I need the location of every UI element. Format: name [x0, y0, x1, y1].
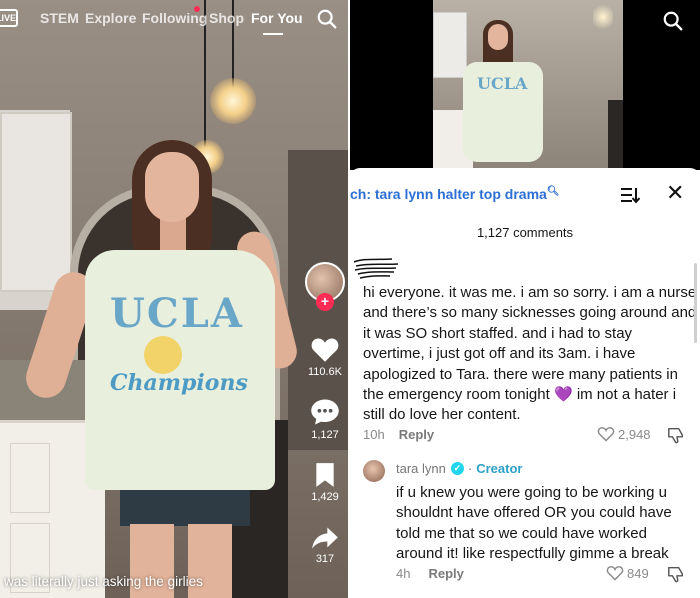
notification-dot — [194, 6, 200, 12]
comment-1-reply-button[interactable]: Reply — [399, 427, 434, 442]
tab-for-you[interactable]: For You — [251, 10, 303, 26]
follow-button[interactable]: + — [316, 293, 334, 311]
comment-1-like-button[interactable]: 2,948 — [597, 426, 651, 442]
comment-search-suggestion[interactable]: ch: tara lynn halter top drama🔍︎ — [350, 186, 560, 202]
save-button[interactable]: 1,429 — [302, 462, 348, 503]
comment-2-text: if u knew you were going to be working u… — [396, 484, 672, 563]
tab-shop[interactable]: Shop — [209, 10, 244, 26]
heart-outline-icon — [606, 566, 624, 581]
bookmark-icon — [316, 463, 334, 487]
share-arrow-icon — [312, 527, 338, 549]
comment-2-meta: 4h Reply — [396, 566, 464, 581]
comment-2-like-count: 849 — [627, 565, 649, 581]
shirt-graphic: UCLA Champions — [110, 290, 248, 396]
video-preview[interactable]: UCLA — [350, 0, 700, 170]
separator: · — [467, 461, 473, 476]
tab-stem[interactable]: STEM — [40, 10, 79, 26]
dislike-icon[interactable] — [667, 565, 685, 583]
comments-screen: UCLA ch: tara lynn halter top drama🔍︎ ✕ … — [350, 0, 700, 598]
sort-icon[interactable] — [620, 186, 640, 204]
video-thumbnail: UCLA — [433, 0, 623, 170]
search-icon[interactable] — [662, 10, 684, 32]
purple-heart-emoji: 💜 — [553, 386, 573, 404]
comment-1-meta: 10h Reply — [363, 427, 434, 442]
comment-1-like-count: 2,948 — [618, 426, 651, 442]
creator-badge: Creator — [476, 461, 523, 476]
comment-1-text: hi everyone. it was me. i am so sorry. i… — [363, 284, 697, 424]
scrollbar[interactable] — [694, 263, 697, 343]
dislike-icon[interactable] — [667, 426, 685, 444]
comment-1-time: 10h — [363, 427, 385, 442]
tab-following[interactable]: Following — [142, 10, 207, 26]
tab-explore[interactable]: Explore — [85, 10, 136, 26]
comment-button[interactable]: 1,127 — [302, 398, 348, 441]
creator-avatar[interactable] — [363, 460, 385, 482]
video-caption: was literally just asking the girlies — [4, 574, 203, 589]
video-subject: UCLA Champions — [20, 140, 301, 598]
comment-count: 1,127 — [311, 429, 339, 441]
redacted-avatar-scribble — [353, 258, 399, 279]
live-tv-icon[interactable]: LIVE — [0, 9, 18, 27]
search-magnifier-icon: 🔍︎ — [546, 186, 560, 197]
like-button[interactable]: 110.6K — [302, 336, 348, 378]
close-icon[interactable]: ✕ — [666, 182, 684, 204]
share-count: 317 — [315, 553, 335, 565]
heart-icon — [311, 338, 339, 362]
comment-2-author[interactable]: tara lynn ✓ · Creator — [396, 461, 522, 476]
active-tab-indicator — [263, 33, 283, 35]
save-count: 1,429 — [311, 491, 339, 503]
comment-bubble-icon — [311, 399, 339, 425]
share-button[interactable]: 317 — [302, 526, 348, 565]
search-icon[interactable] — [316, 8, 338, 30]
comments-count: 1,127 comments — [476, 225, 574, 240]
heart-outline-icon — [597, 427, 615, 442]
comment-2-reply-button[interactable]: Reply — [428, 566, 463, 581]
comment-2-time: 4h — [396, 566, 411, 581]
comment-2-like-button[interactable]: 849 — [606, 565, 649, 581]
like-count: 110.6K — [307, 366, 343, 378]
top-nav: LIVE STEM Explore Following Shop For You — [0, 0, 348, 38]
verified-badge-icon: ✓ — [450, 462, 464, 475]
pendant-lamp — [210, 78, 256, 124]
comment-sheet: ch: tara lynn halter top drama🔍︎ ✕ 1,127… — [350, 168, 700, 598]
video-player[interactable]: UCLA Champions LIVE STEM Explore Followi… — [0, 0, 348, 598]
